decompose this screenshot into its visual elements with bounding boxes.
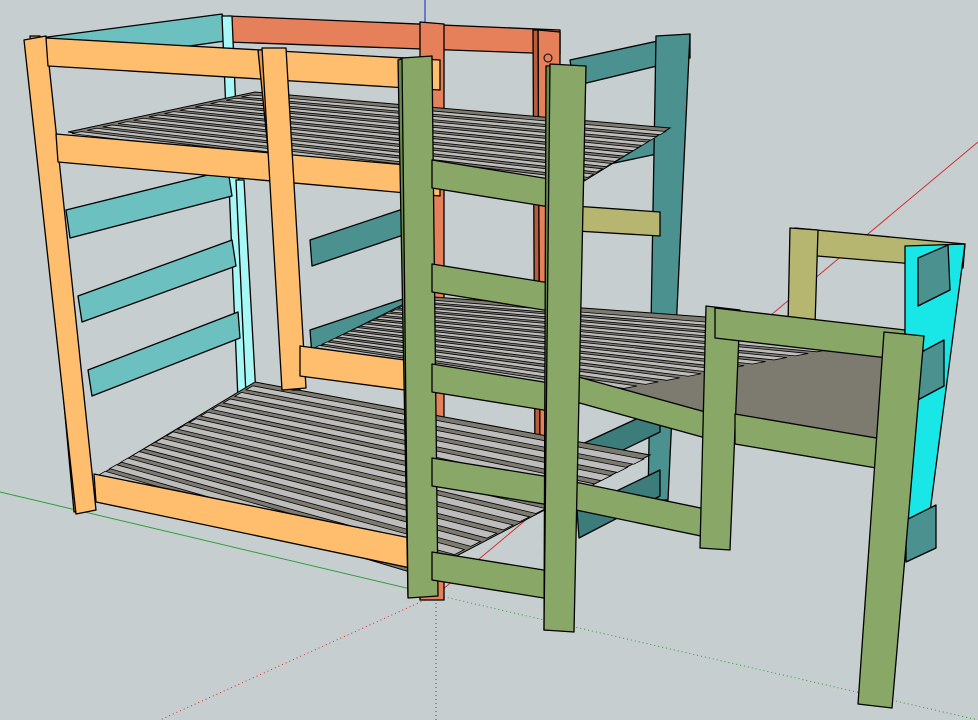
modeling-viewport[interactable]	[0, 0, 978, 720]
red-axis-hidden	[159, 594, 437, 720]
bunk-bed-3d-model[interactable]	[0, 0, 978, 720]
